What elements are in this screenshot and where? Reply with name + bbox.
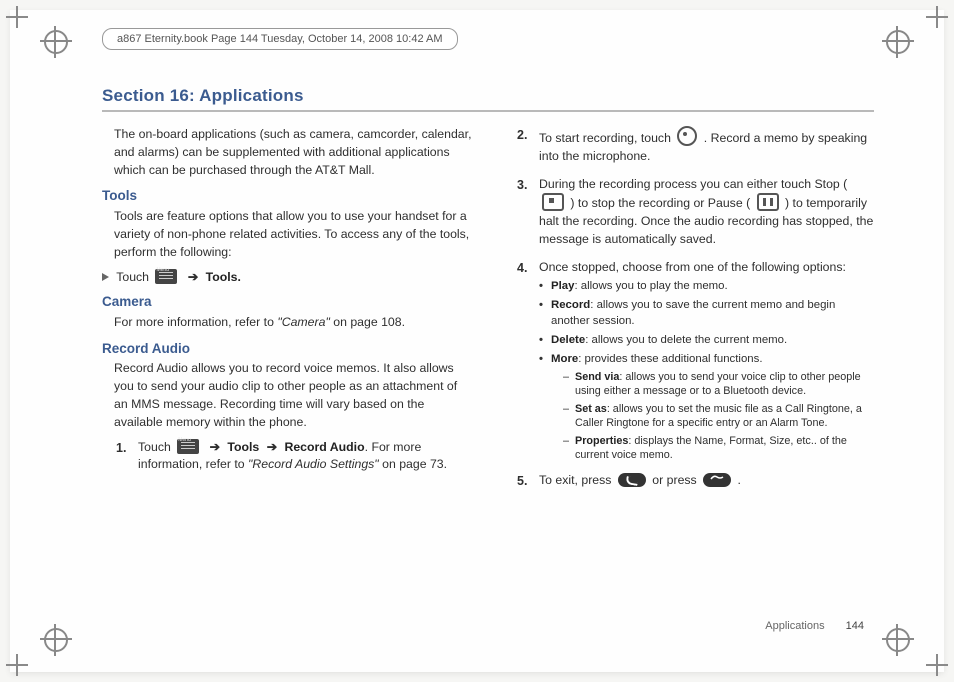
touch-label: Touch [116,270,149,284]
crop-mark [926,654,948,676]
step-5: 5. To exit, press or press . [517,472,874,490]
opt-play-desc: : allows you to play the memo. [574,280,727,292]
step-number: 5. [517,472,527,490]
subopt-sendvia-label: Send via [575,371,619,383]
opt-record-label: Record [551,299,590,311]
page-footer: Applications 144 [765,620,864,632]
tools-target: Tools. [206,270,241,284]
opt-play-label: Play [551,280,574,292]
step4-lead: Once stopped, choose from one of the fol… [539,260,846,274]
step-number: 3. [517,176,527,194]
heading-camera: Camera [102,292,473,312]
step-1: 1. Touch Menu ➔ Tools ➔ Record Audio. Fo… [116,439,473,475]
step2-pre: To start recording, touch [539,131,674,145]
end-key-icon [703,473,731,487]
step1-post2: on page 73. [379,457,447,471]
menu-icon: Menu [177,439,199,454]
opt-more: More: provides these additional function… [539,352,874,462]
title-rule [102,110,874,112]
stop-button-icon [542,193,564,211]
opt-delete-desc: : allows you to delete the current memo. [585,334,787,346]
step4-options: Play: allows you to play the memo. Recor… [539,279,874,462]
running-header: a867 Eternity.book Page 144 Tuesday, Oct… [102,28,458,50]
intro-paragraph: The on-board applications (such as camer… [114,126,473,179]
menu-icon: Menu [155,269,177,284]
camera-pre: For more information, refer to [114,315,277,329]
arrow-icon: ➔ [188,270,198,284]
subopt-properties-label: Properties [575,435,628,447]
camera-ref: "Camera" [277,315,329,329]
step1-ref: "Record Audio Settings" [248,457,379,471]
crop-mark [6,6,28,28]
step5-pre: To exit, press [539,473,615,487]
record-body: Record Audio allows you to record voice … [114,360,473,431]
back-key-icon [618,473,646,487]
subopt-setas: Set as: allows you to set the music file… [563,402,874,430]
subopt-setas-label: Set as [575,403,607,415]
step-number: 2. [517,126,527,144]
footer-section: Applications [765,620,824,632]
step1-tools: Tools [227,440,259,454]
tools-path: Touch Menu ➔ Tools. [102,269,473,287]
step-4: 4. Once stopped, choose from one of the … [517,259,874,462]
subopt-sendvia: Send via: allows you to send your voice … [563,370,874,398]
opt-delete-label: Delete [551,334,585,346]
arrow-icon: ➔ [210,440,220,454]
heading-tools: Tools [102,186,473,206]
tools-body: Tools are feature options that allow you… [114,208,473,261]
section-title: Section 16: Applications [102,86,304,106]
step-number: 4. [517,259,527,277]
body-columns: The on-board applications (such as camer… [102,126,874,602]
registration-mark [886,628,910,652]
step-2: 2. To start recording, touch . Record a … [517,126,874,166]
more-subopts: Send via: allows you to send your voice … [563,370,874,462]
opt-delete: Delete: allows you to delete the current… [539,333,874,348]
registration-mark [44,628,68,652]
page-number: 144 [846,620,864,632]
step-number: 1. [116,439,126,457]
step1-record: Record Audio [284,440,364,454]
opt-record: Record: allows you to save the current m… [539,298,874,329]
step3-pre: During the recording process you can eit… [539,177,847,191]
step1-pre: Touch [138,440,174,454]
opt-record-desc: : allows you to save the current memo an… [551,299,835,326]
triangle-bullet-icon [102,273,109,281]
record-button-icon [677,126,697,146]
step5-post: . [738,473,741,487]
step3-mid: ) to stop the recording or Pause ( [570,196,753,210]
crop-mark [926,6,948,28]
step5-mid: or press [652,473,700,487]
opt-more-desc: : provides these additional functions. [578,353,762,365]
registration-mark [886,30,910,54]
opt-play: Play: allows you to play the memo. [539,279,874,294]
camera-post: on page 108. [330,315,405,329]
heading-record-audio: Record Audio [102,339,473,359]
arrow-icon: ➔ [267,440,277,454]
subopt-properties: Properties: displays the Name, Format, S… [563,434,874,462]
pause-button-icon [757,193,779,211]
opt-more-label: More [551,353,578,365]
subopt-setas-desc: : allows you to set the music file as a … [575,403,862,429]
registration-mark [44,30,68,54]
step-3: 3. During the recording process you can … [517,176,874,249]
crop-mark [6,654,28,676]
page-sheet: a867 Eternity.book Page 144 Tuesday, Oct… [10,10,944,672]
camera-body: For more information, refer to "Camera" … [114,314,473,332]
